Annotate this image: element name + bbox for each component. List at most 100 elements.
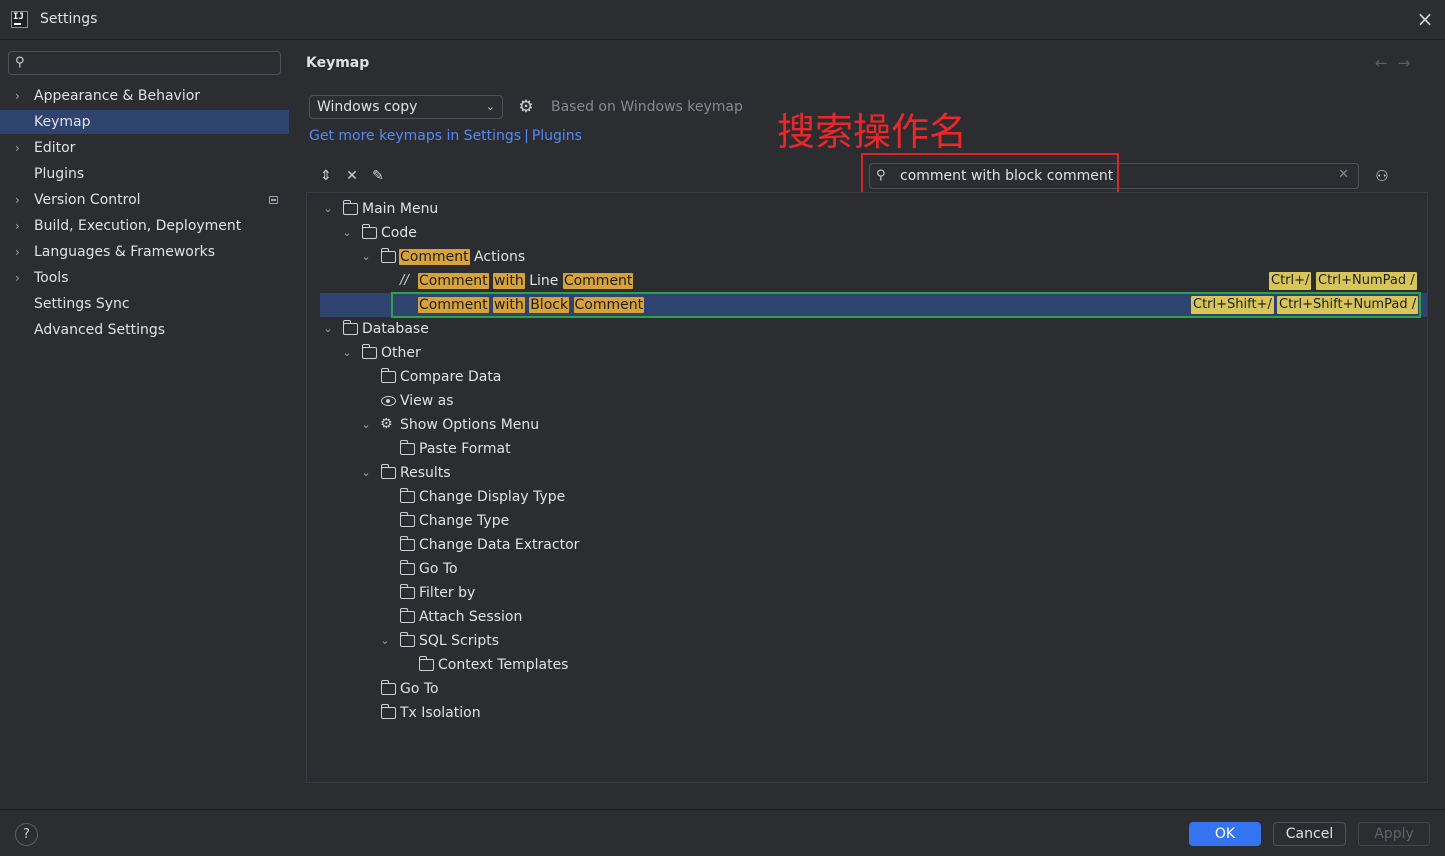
- tree-node-paste-format[interactable]: Paste Format: [320, 437, 1427, 461]
- chevron-down-icon: ⌄: [380, 634, 390, 647]
- sidebar-item-tools[interactable]: › Tools: [0, 266, 289, 290]
- sidebar-item-languages-frameworks[interactable]: › Languages & Frameworks: [0, 240, 289, 264]
- sidebar-search-input[interactable]: [33, 54, 273, 72]
- search-highlight: Comment: [418, 273, 489, 289]
- tree-node-label: SQL Scripts: [419, 633, 500, 649]
- plugins-link[interactable]: Plugins: [532, 128, 582, 144]
- gear-icon[interactable]: ⚙: [516, 97, 536, 117]
- window-title: Settings: [40, 11, 98, 27]
- sidebar-item-label: Editor: [34, 140, 76, 156]
- tree-node-label: Show Options Menu: [400, 417, 540, 433]
- sidebar-item-build-execution-deployment[interactable]: › Build, Execution, Deployment: [0, 214, 289, 238]
- link-separator: |: [524, 128, 529, 144]
- edit-shortcut-icon[interactable]: ✎: [369, 167, 387, 185]
- tree-node-filter-by[interactable]: Filter by: [320, 581, 1427, 605]
- folder-icon: [400, 512, 415, 527]
- folder-icon: [381, 248, 396, 263]
- tree-node-label: Other: [381, 345, 421, 361]
- chevron-down-icon: ⌄: [361, 418, 371, 431]
- tree-node-code[interactable]: ⌄ Code: [320, 221, 1427, 245]
- folder-icon: [400, 560, 415, 575]
- tree-node-attach-session[interactable]: Attach Session: [320, 605, 1427, 629]
- tree-node-label: Change Display Type: [419, 489, 566, 505]
- ok-button[interactable]: OK: [1189, 822, 1261, 846]
- chevron-down-icon: ⌄: [485, 100, 495, 113]
- sidebar-item-label: Tools: [34, 270, 69, 286]
- title-bar: IJ Settings ×: [0, 0, 1445, 40]
- tree-node-main-menu[interactable]: ⌄ Main Menu: [320, 197, 1427, 221]
- chevron-right-icon: ›: [15, 89, 20, 103]
- sidebar-item-version-control[interactable]: › Version Control: [0, 188, 289, 212]
- close-icon[interactable]: ×: [1415, 8, 1435, 30]
- sidebar-item-label: Languages & Frameworks: [34, 244, 215, 260]
- tree-node-label: Context Templates: [438, 657, 569, 673]
- line-comment-icon: //: [400, 273, 409, 288]
- folder-icon: [400, 440, 415, 455]
- tree-node-compare-data[interactable]: Compare Data: [320, 365, 1427, 389]
- sidebar-item-appearance-behavior[interactable]: › Appearance & Behavior: [0, 84, 289, 108]
- tree-node-tx-isolation[interactable]: Tx Isolation: [320, 701, 1427, 725]
- keymap-select[interactable]: Windows copy ⌄: [309, 95, 503, 119]
- tree-node-change-data-extractor[interactable]: Change Data Extractor: [320, 533, 1427, 557]
- tree-node-other[interactable]: ⌄ Other: [320, 341, 1427, 365]
- folder-icon: [400, 536, 415, 551]
- chevron-down-icon: ⌄: [361, 466, 371, 479]
- sidebar-search[interactable]: ⚲: [8, 51, 281, 75]
- tree-node-label: Go To: [400, 681, 439, 697]
- tree-node-label: Compare Data: [400, 369, 502, 385]
- clear-icon[interactable]: ✕: [1338, 167, 1349, 182]
- tree-node-label: Line: [524, 273, 563, 289]
- find-by-shortcut-icon[interactable]: ⚇: [1372, 167, 1392, 185]
- sidebar-item-plugins[interactable]: Plugins: [0, 162, 289, 186]
- sidebar-item-keymap[interactable]: Keymap: [0, 110, 289, 134]
- tree-node-label: Go To: [419, 561, 458, 577]
- apply-button[interactable]: Apply: [1358, 822, 1430, 846]
- tree-node-label: Filter by: [419, 585, 476, 601]
- back-forward-icon[interactable]: ←→: [1375, 54, 1420, 72]
- tree-node-sql-scripts[interactable]: ⌄ SQL Scripts: [320, 629, 1427, 653]
- sidebar-item-editor[interactable]: › Editor: [0, 136, 289, 160]
- annotation-green-box: [391, 292, 1421, 318]
- based-on-label: Based on Windows keymap: [551, 99, 743, 115]
- tree-node-label: Database: [362, 321, 429, 337]
- expand-all-icon[interactable]: ⇕: [317, 167, 335, 185]
- search-highlight: Comment: [399, 249, 470, 265]
- help-icon[interactable]: ?: [15, 823, 38, 846]
- sidebar-item-advanced-settings[interactable]: Advanced Settings: [0, 318, 289, 342]
- keymap-select-value: Windows copy: [317, 99, 418, 115]
- folder-icon: [381, 704, 396, 719]
- folder-icon: [400, 632, 415, 647]
- tree-node-comment-with-line-comment[interactable]: // Comment with Line Comment Ctrl+/ Ctrl…: [320, 269, 1427, 293]
- sidebar-item-settings-sync[interactable]: Settings Sync: [0, 292, 289, 316]
- tree-node-go-to-results[interactable]: Go To: [320, 557, 1427, 581]
- search-icon: ⚲: [15, 55, 25, 70]
- shortcut-badge: Ctrl+/: [1269, 272, 1312, 290]
- collapse-all-icon[interactable]: ✕: [343, 167, 361, 185]
- shortcut-badge: Ctrl+NumPad /: [1316, 272, 1417, 290]
- tree-node-label: Change Type: [419, 513, 510, 529]
- tree-node-results[interactable]: ⌄ Results: [320, 461, 1427, 485]
- tree-node-comment-actions[interactable]: ⌄ Comment Actions: [320, 245, 1427, 269]
- folder-icon: [362, 224, 377, 239]
- chevron-down-icon: ⌄: [342, 226, 352, 239]
- tree-node-go-to[interactable]: Go To: [320, 677, 1427, 701]
- sidebar-item-label: Settings Sync: [34, 296, 130, 312]
- gear-icon: ⚙: [380, 416, 393, 432]
- tree-node-show-options-menu[interactable]: ⌄ ⚙ Show Options Menu: [320, 413, 1427, 437]
- keymap-tree: ⌄ Main Menu ⌄ Code ⌄ Comment Actions // …: [306, 192, 1428, 783]
- more-keymaps-link: Get more keymaps in Settings | Plugins: [309, 128, 582, 144]
- settings-sidebar: ⚲ › Appearance & Behavior Keymap › Editor …: [0, 41, 296, 809]
- tree-node-view-as[interactable]: View as: [320, 389, 1427, 413]
- tree-node-change-type[interactable]: Change Type: [320, 509, 1427, 533]
- sidebar-item-label: Advanced Settings: [34, 322, 166, 338]
- tree-node-context-templates[interactable]: Context Templates: [320, 653, 1427, 677]
- tree-node-label: Attach Session: [419, 609, 523, 625]
- sidebar-item-label: Version Control: [34, 192, 141, 208]
- tree-node-database[interactable]: ⌄ Database: [320, 317, 1427, 341]
- tree-node-change-display-type[interactable]: Change Display Type: [320, 485, 1427, 509]
- search-highlight: with: [493, 273, 525, 289]
- eye-icon: [381, 396, 396, 406]
- folder-icon: [400, 488, 415, 503]
- cancel-button[interactable]: Cancel: [1273, 822, 1346, 846]
- settings-link[interactable]: Get more keymaps in Settings: [309, 128, 521, 144]
